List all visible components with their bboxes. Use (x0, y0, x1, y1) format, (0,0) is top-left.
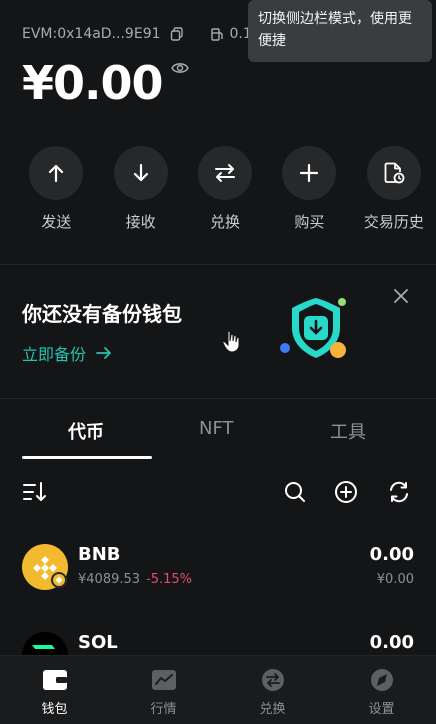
gas-pump-icon (210, 27, 223, 41)
active-tab-indicator (22, 456, 152, 459)
total-balance: ¥0.00 (22, 56, 164, 110)
send-button[interactable]: 发送 (14, 146, 98, 232)
backup-warning-title: 你还没有备份钱包 (22, 302, 182, 326)
divider (0, 398, 436, 399)
token-fiat-value: ¥0.00 (376, 572, 414, 587)
address-row: EVM:0x14aD...9E91 0.15 (22, 26, 261, 42)
nav-market-label: 行情 (150, 702, 177, 717)
eye-icon[interactable] (170, 60, 189, 79)
token-balance: 0.00 (369, 632, 414, 653)
history-button[interactable]: 交易历史 (352, 146, 436, 232)
swap-label: 兑换 (210, 213, 241, 231)
swap-icon (198, 146, 253, 200)
token-change: -5.15% (146, 572, 193, 587)
close-icon[interactable] (392, 287, 410, 309)
copy-icon[interactable] (170, 27, 184, 41)
bottom-navigation: 钱包 行情 兑换 设置 (0, 655, 436, 724)
tab-tokens[interactable]: 代币 (68, 418, 104, 444)
nav-market[interactable]: 行情 (109, 656, 218, 724)
nav-swap[interactable]: 兑换 (218, 656, 327, 724)
tab-tools[interactable]: 工具 (330, 418, 366, 444)
wallet-icon (42, 670, 67, 690)
nav-wallet-label: 钱包 (41, 702, 68, 717)
backup-now-link[interactable]: 立即备份 (22, 341, 112, 365)
balance-display: ¥0.00 (22, 56, 189, 110)
bnb-logo-icon (22, 544, 68, 590)
asset-tabs: 代币 NFT 工具 (0, 410, 436, 460)
token-symbol: SOL (78, 632, 118, 653)
buy-button[interactable]: 购买 (267, 146, 351, 232)
settings-icon (370, 669, 393, 691)
search-icon[interactable] (283, 480, 307, 508)
receive-button[interactable]: 接收 (98, 146, 182, 232)
token-row-bnb[interactable]: BNB ¥4089.53 -5.15% 0.00 ¥0.00 (0, 544, 436, 624)
nav-wallet[interactable]: 钱包 (0, 656, 109, 724)
backup-shield-illustration (276, 294, 356, 368)
chart-icon (151, 670, 176, 690)
tab-nft[interactable]: NFT (199, 418, 234, 439)
wallet-app: EVM:0x14aD...9E91 0.15 ¥0.00 切换侧边栏模式，使用更… (0, 0, 436, 724)
sidebar-mode-tooltip[interactable]: 切换侧边栏模式，使用更便捷 (248, 0, 432, 62)
refresh-icon[interactable] (387, 480, 411, 508)
token-price: ¥4089.53 (78, 572, 141, 587)
swap-button[interactable]: 兑换 (183, 146, 267, 232)
arrow-up-icon (29, 146, 84, 200)
swap-circle-icon (261, 669, 284, 691)
nav-swap-label: 兑换 (259, 702, 286, 717)
arrow-down-icon (113, 146, 168, 200)
hand-cursor-icon (222, 330, 242, 358)
token-balance: 0.00 (369, 544, 414, 565)
receive-label: 接收 (125, 213, 156, 231)
plus-icon (282, 146, 337, 200)
nav-settings[interactable]: 设置 (327, 656, 436, 724)
sort-icon[interactable] (22, 480, 48, 508)
nav-settings-label: 设置 (368, 702, 395, 717)
arrow-right-icon (96, 347, 111, 359)
quick-actions: 发送 接收 兑换 购买 交易历史 (0, 146, 436, 232)
buy-label: 购买 (294, 213, 325, 231)
wallet-address[interactable]: EVM:0x14aD...9E91 (22, 26, 161, 42)
token-symbol: BNB (78, 544, 121, 565)
divider (0, 264, 436, 265)
backup-now-label: 立即备份 (22, 345, 87, 364)
history-label: 交易历史 (363, 213, 424, 231)
token-price-line: ¥4089.53 -5.15% (78, 572, 192, 587)
add-token-icon[interactable] (334, 480, 358, 508)
history-icon (366, 146, 421, 200)
send-label: 发送 (41, 213, 72, 231)
